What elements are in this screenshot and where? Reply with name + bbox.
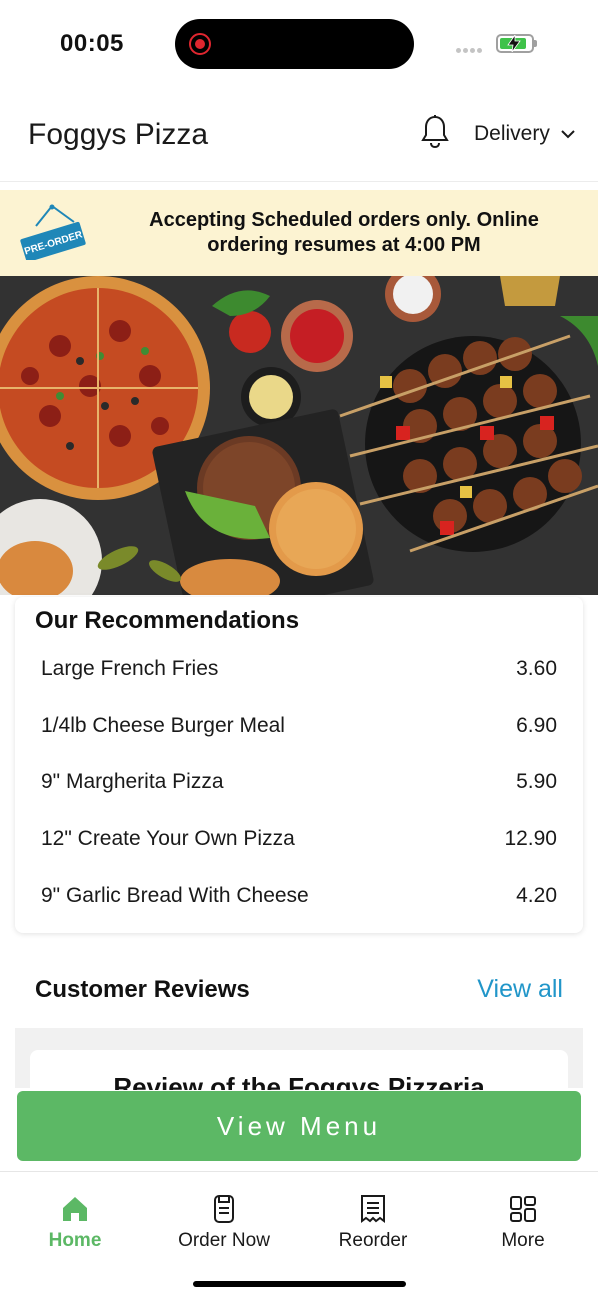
grid-icon (510, 1196, 536, 1222)
nav-reorder[interactable]: Reorder (303, 1194, 443, 1252)
status-bar: 00:05 (0, 0, 598, 90)
nav-home[interactable]: Home (5, 1194, 145, 1252)
recommendation-item[interactable]: Large French Fries 3.60 (41, 657, 557, 687)
order-type-dropdown[interactable]: Delivery (474, 122, 576, 146)
item-price: 4.20 (516, 884, 557, 907)
review-title: Review of the Foggys Pizzeria (113, 1072, 485, 1090)
phone-order-icon (214, 1195, 234, 1223)
item-price: 5.90 (516, 770, 557, 793)
reviews-title: Customer Reviews (35, 976, 250, 1003)
nav-label: Reorder (338, 1230, 408, 1251)
item-price: 3.60 (516, 657, 557, 680)
item-name: Large French Fries (41, 657, 219, 680)
view-all-reviews-link[interactable]: View all (477, 975, 563, 1004)
charging-bolt-icon (507, 35, 521, 52)
signal-icon (456, 40, 488, 53)
food-photo (0, 276, 598, 595)
nav-more[interactable]: More (453, 1194, 593, 1252)
customer-reviews-header: Customer Reviews View all (15, 949, 583, 1028)
item-name: 9" Garlic Bread With Cheese (41, 884, 309, 907)
review-card[interactable]: Review of the Foggys Pizzeria (30, 1050, 568, 1090)
recording-icon (189, 33, 211, 55)
item-name: 9" Margherita Pizza (41, 770, 224, 793)
recommendation-item[interactable]: 9" Garlic Bread With Cheese 4.20 (41, 884, 557, 914)
receipt-icon (361, 1195, 385, 1223)
order-type-label: Delivery (474, 122, 550, 145)
recommendations-card: Our Recommendations Large French Fries 3… (15, 597, 583, 933)
recommendation-item[interactable]: 1/4lb Cheese Burger Meal 6.90 (41, 714, 557, 744)
battery-icon (496, 34, 537, 53)
recommendations-title: Our Recommendations (35, 607, 300, 634)
nav-label: Order Now (178, 1230, 270, 1251)
hero-food-image (0, 276, 598, 595)
nav-order-now[interactable]: Order Now (154, 1194, 294, 1252)
item-price: 6.90 (516, 714, 557, 737)
chevron-down-icon (561, 130, 575, 139)
item-name: 1/4lb Cheese Burger Meal (41, 714, 285, 737)
app-header: Foggys Pizza Delivery (0, 90, 598, 182)
nav-label: Home (48, 1230, 102, 1251)
status-time: 00:05 (60, 30, 124, 57)
item-name: 12" Create Your Own Pizza (41, 827, 295, 850)
view-menu-button[interactable]: View Menu (17, 1091, 581, 1161)
home-icon (63, 1197, 87, 1221)
home-indicator (193, 1281, 406, 1287)
recommendation-item[interactable]: 12" Create Your Own Pizza 12.90 (41, 827, 557, 857)
banner-message: Accepting Scheduled orders only. Online … (149, 209, 539, 256)
item-price: 12.90 (504, 827, 557, 850)
preorder-banner: PRE-ORDER Accepting Scheduled orders onl… (0, 190, 598, 276)
nav-label: More (501, 1230, 545, 1251)
bell-icon[interactable] (419, 114, 451, 150)
restaurant-title: Foggys Pizza (28, 118, 209, 151)
dynamic-island (175, 19, 414, 69)
preorder-tag-icon: PRE-ORDER (20, 204, 86, 260)
recommendation-item[interactable]: 9" Margherita Pizza 5.90 (41, 770, 557, 800)
